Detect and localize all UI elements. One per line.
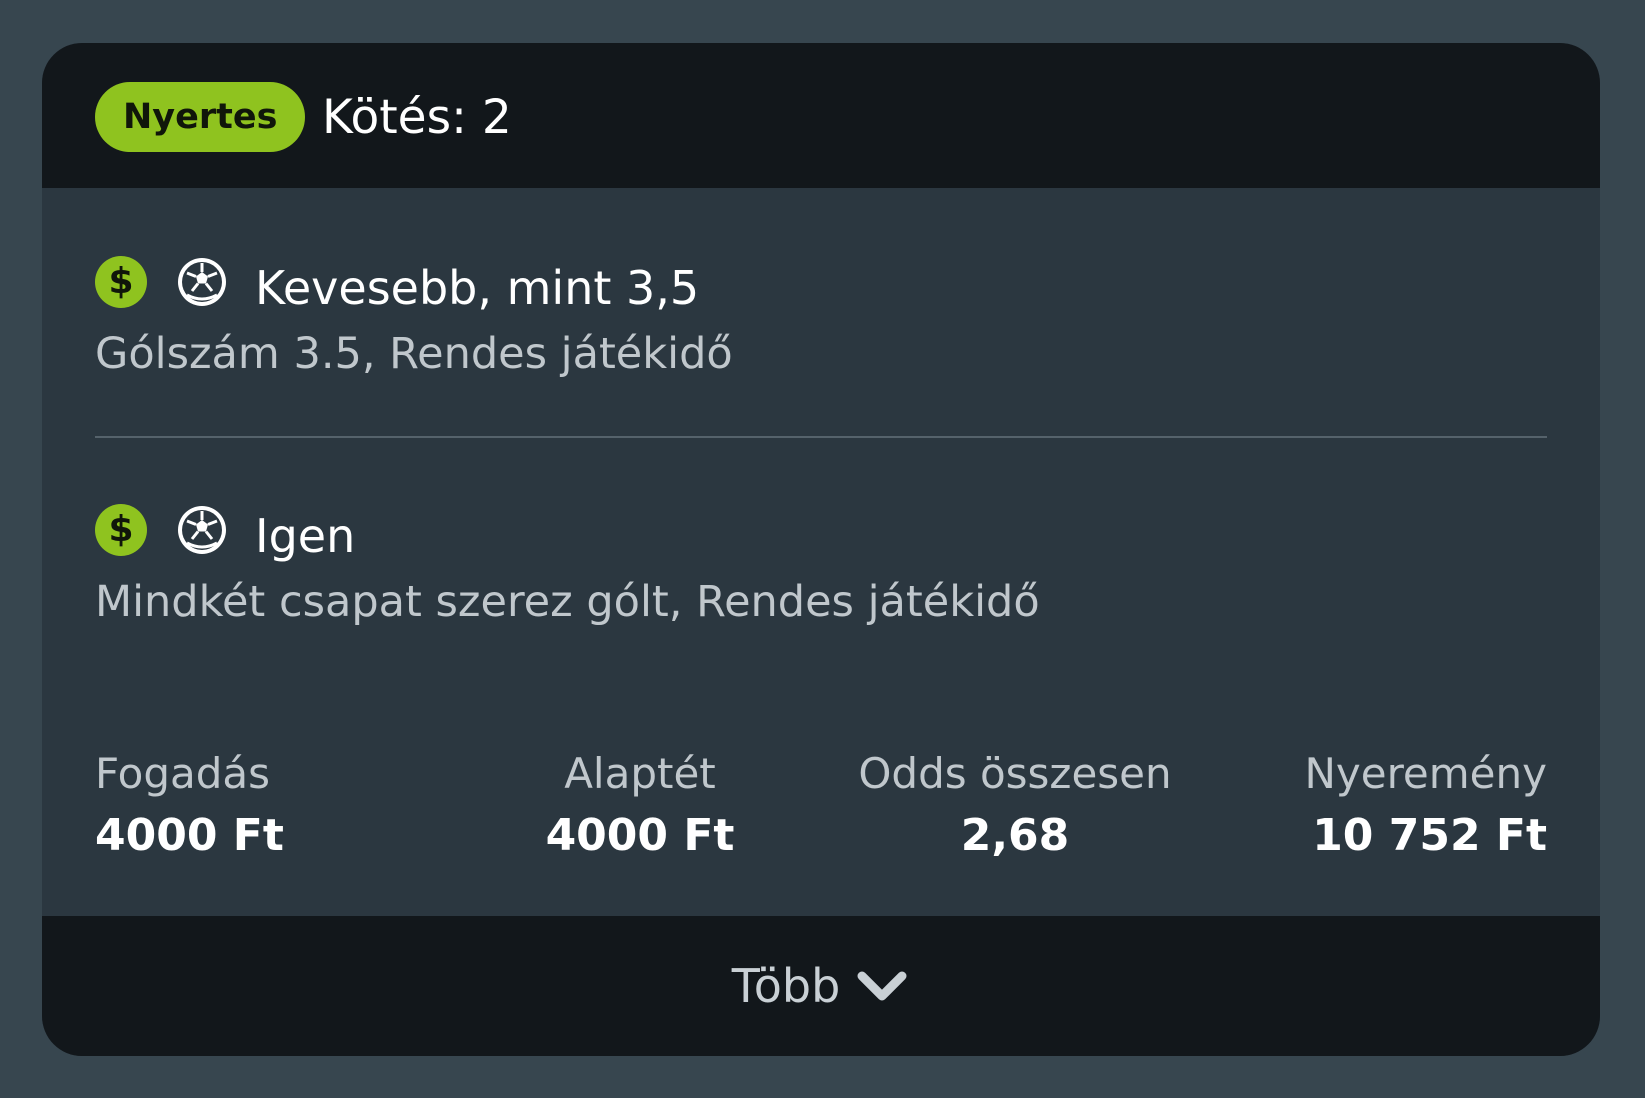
- status-badge: Nyertes: [95, 82, 306, 152]
- bet-card: Nyertes Kötés: 2 $ Kevesebb, mint 3,5 Gó…: [42, 43, 1600, 1056]
- divider: [95, 436, 1547, 438]
- dollar-icon: $: [95, 504, 147, 556]
- stat-alaptet: Alaptét 4000 Ft: [520, 743, 760, 867]
- selection-name: Igen: [255, 509, 356, 563]
- soccer-ball-icon: [178, 258, 226, 306]
- stat-label: Odds összesen: [858, 749, 1172, 798]
- dollar-icon: $: [95, 256, 147, 308]
- chevron-down-icon: [857, 971, 907, 1000]
- selection-item: $ Kevesebb, mint 3,5 Gólszám 3.5, Rendes…: [95, 253, 1555, 383]
- stat-value: 4000 Ft: [95, 810, 284, 861]
- stat-fogadas: Fogadás 4000 Ft: [95, 743, 284, 867]
- stat-value: 4000 Ft: [545, 810, 735, 861]
- soccer-ball-icon: [178, 506, 226, 554]
- more-button[interactable]: Több: [42, 916, 1600, 1056]
- selection-name: Kevesebb, mint 3,5: [255, 261, 700, 315]
- selection-market: Mindkét csapat szerez gólt, Rendes játék…: [95, 577, 1040, 627]
- stat-label: Nyeremény: [1304, 749, 1547, 798]
- more-row[interactable]: Több: [42, 946, 1600, 1026]
- selection-item: $ Igen Mindkét csapat szerez gólt, Rende…: [95, 501, 1555, 631]
- selection-market: Gólszám 3.5, Rendes játékidő: [95, 329, 733, 379]
- stat-nyeremeny: Nyeremény 10 752 Ft: [1304, 743, 1547, 867]
- stat-label: Fogadás: [95, 749, 271, 798]
- stat-label: Alaptét: [564, 749, 716, 798]
- bet-title: Kötés: 2: [322, 90, 512, 145]
- stat-value: 10 752 Ft: [1312, 810, 1547, 861]
- stat-value: 2,68: [960, 810, 1070, 861]
- more-label: Több: [731, 959, 841, 1013]
- stat-odds: Odds összesen 2,68: [830, 743, 1200, 867]
- bet-card-header: Nyertes Kötés: 2: [42, 43, 1600, 188]
- bet-summary: Fogadás 4000 Ft Alaptét 4000 Ft Odds öss…: [95, 743, 1547, 873]
